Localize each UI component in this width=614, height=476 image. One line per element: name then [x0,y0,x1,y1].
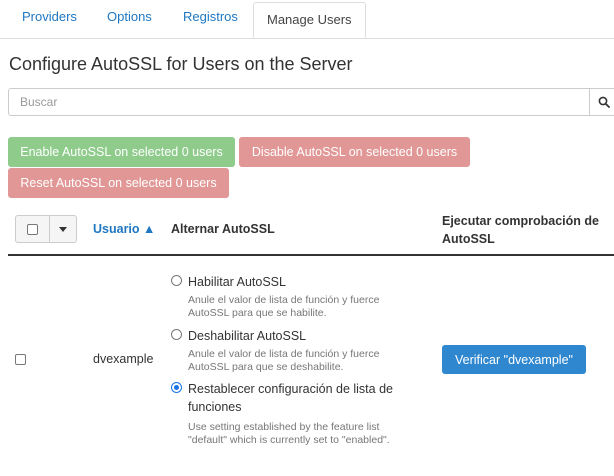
select-all-control [15,215,77,243]
radio-reset-label[interactable]: Restablecer configuración de lista de fu… [188,380,393,416]
caret-down-icon [59,226,67,232]
column-header-user[interactable]: Usuario ▲ [93,222,155,236]
search-input[interactable] [8,88,590,116]
tab-registros[interactable]: Registros [183,9,238,24]
reset-autossl-button[interactable]: Reset AutoSSL on selected 0 users [8,168,229,198]
radio-reset[interactable] [171,382,182,393]
select-all-checkbox-cell[interactable] [16,216,50,242]
radio-disable-label[interactable]: Deshabilitar AutoSSL [188,327,306,345]
radio-enable-label[interactable]: Habilitar AutoSSL [188,273,286,291]
disable-autossl-button[interactable]: Disable AutoSSL on selected 0 users [239,137,470,167]
enable-autossl-button[interactable]: Enable AutoSSL on selected 0 users [8,137,235,167]
page-title: Configure AutoSSL for Users on the Serve… [9,54,353,74]
radio-reset-label-line1: Restablecer configuración de lista de [188,382,393,396]
radio-disable-help-line1: Anule el valor de lista de función y fue… [188,348,380,360]
radio-disable[interactable] [171,329,182,340]
column-header-check-line2: AutoSSL [442,232,495,246]
radio-disable-help-line2: AutoSSL para que se deshabilite. [188,361,344,373]
column-header-check: Ejecutar comprobación de AutoSSL [442,212,612,248]
select-dropdown-toggle[interactable] [50,216,76,242]
radio-enable-help: Anule el valor de lista de función y fue… [188,294,379,320]
column-header-toggle: Alternar AutoSSL [171,222,275,236]
radio-reset-label-line2: funciones [188,400,242,414]
radio-reset-help-line1: Use setting established by the feature l… [188,421,380,433]
select-all-checkbox[interactable] [27,223,38,235]
row-checkbox[interactable] [15,354,26,365]
radio-enable-help-line2: AutoSSL para que se habilite. [188,307,327,319]
column-header-check-line1: Ejecutar comprobación de [442,214,599,228]
radio-enable[interactable] [171,275,182,286]
tab-providers[interactable]: Providers [22,9,77,24]
search-button[interactable] [589,88,614,116]
verify-user-button[interactable]: Verificar "dvexample" [442,345,586,374]
radio-reset-help-line2: "default" which is currently set to "ena… [188,434,390,446]
tab-bar: Providers Options Registros Manage Users [0,0,614,39]
tab-manage-users[interactable]: Manage Users [253,2,366,38]
radio-reset-help: Use setting established by the feature l… [188,421,390,447]
radio-disable-help: Anule el valor de lista de función y fue… [188,348,379,374]
row-username: dvexample [93,352,154,366]
header-divider [8,254,614,256]
radio-enable-help-line1: Anule el valor de lista de función y fue… [188,294,380,306]
search-icon [598,96,610,108]
tab-options[interactable]: Options [107,9,152,24]
